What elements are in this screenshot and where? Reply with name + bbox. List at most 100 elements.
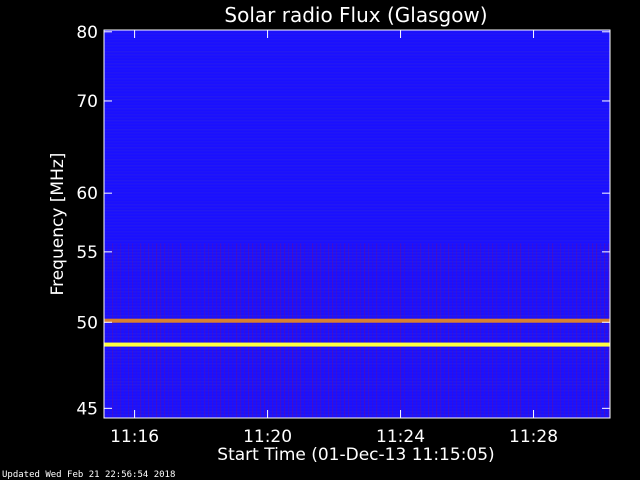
texture-column xyxy=(340,243,342,418)
texture-column xyxy=(172,243,174,418)
texture-column xyxy=(176,243,178,418)
texture-stripe xyxy=(104,177,610,179)
texture-stripe xyxy=(104,138,610,140)
texture-stripe xyxy=(104,57,610,59)
texture-column xyxy=(396,243,398,418)
texture-column xyxy=(248,243,250,418)
texture-stripe xyxy=(104,93,610,95)
texture-column xyxy=(264,243,266,418)
texture-column xyxy=(476,243,478,418)
texture-column xyxy=(504,243,506,418)
texture-column xyxy=(368,243,370,418)
texture-column xyxy=(468,243,470,418)
texture-column xyxy=(244,243,246,418)
texture-column xyxy=(144,243,146,418)
texture-stripe xyxy=(104,165,610,167)
texture-stripe xyxy=(104,168,610,170)
texture-column xyxy=(200,243,202,418)
texture-stripe xyxy=(104,171,610,173)
texture-stripe xyxy=(104,54,610,56)
texture-stripe xyxy=(104,150,610,152)
texture-column xyxy=(188,243,190,418)
texture-column xyxy=(380,243,382,418)
texture-stripe xyxy=(104,66,610,68)
texture-stripe xyxy=(104,174,610,176)
texture-stripe xyxy=(104,63,610,65)
texture-column xyxy=(344,243,346,418)
texture-column xyxy=(508,243,510,418)
texture-column xyxy=(228,243,230,418)
texture-column xyxy=(256,243,258,418)
x-tick-label: 11:24 xyxy=(376,427,425,447)
texture-column xyxy=(412,243,414,418)
y-tick-label: 55 xyxy=(76,243,98,263)
texture-column xyxy=(204,243,206,418)
texture-stripe xyxy=(104,195,610,197)
texture-stripe xyxy=(104,237,610,239)
texture-stripe xyxy=(104,114,610,116)
texture-column xyxy=(212,243,214,418)
texture-stripe xyxy=(104,153,610,155)
y-tick-label: 50 xyxy=(76,313,98,333)
texture-stripe xyxy=(104,69,610,71)
texture-stripe xyxy=(104,183,610,185)
texture-stripe xyxy=(104,240,610,242)
texture-column xyxy=(524,243,526,418)
texture-stripe xyxy=(104,45,610,47)
texture-stripe xyxy=(104,108,610,110)
texture-column xyxy=(400,243,402,418)
texture-column xyxy=(372,243,374,418)
texture-column xyxy=(568,243,570,418)
x-tick-label: 11:28 xyxy=(509,427,558,447)
texture-column xyxy=(112,243,114,418)
texture-column xyxy=(408,243,410,418)
texture-stripe xyxy=(104,87,610,89)
texture-column xyxy=(164,243,166,418)
texture-stripe xyxy=(104,192,610,194)
texture-column xyxy=(240,243,242,418)
texture-column xyxy=(588,243,590,418)
texture-stripe xyxy=(104,78,610,80)
texture-stripe xyxy=(104,144,610,146)
texture-column xyxy=(452,243,454,418)
texture-column xyxy=(552,243,554,418)
texture-column xyxy=(436,243,438,418)
texture-stripe xyxy=(104,180,610,182)
texture-column xyxy=(136,243,138,418)
x-tick-label: 11:16 xyxy=(110,427,159,447)
texture-stripe xyxy=(104,147,610,149)
texture-column xyxy=(268,243,270,418)
texture-column xyxy=(128,243,130,418)
texture-stripe xyxy=(104,207,610,209)
texture-column xyxy=(464,243,466,418)
texture-stripe xyxy=(104,111,610,113)
texture-stripe xyxy=(104,39,610,41)
texture-column xyxy=(364,243,366,418)
texture-stripe xyxy=(104,117,610,119)
texture-column xyxy=(304,243,306,418)
texture-column xyxy=(448,243,450,418)
texture-column xyxy=(572,243,574,418)
texture-column xyxy=(336,243,338,418)
texture-stripe xyxy=(104,189,610,191)
texture-stripe xyxy=(104,42,610,44)
texture-stripe xyxy=(104,126,610,128)
texture-column xyxy=(432,243,434,418)
texture-column xyxy=(300,243,302,418)
y-tick-label: 70 xyxy=(76,92,98,112)
texture-column xyxy=(484,243,486,418)
texture-stripe xyxy=(104,96,610,98)
texture-column xyxy=(600,243,602,418)
texture-column xyxy=(316,243,318,418)
texture-stripe xyxy=(104,213,610,215)
texture-column xyxy=(596,243,598,418)
texture-column xyxy=(324,243,326,418)
texture-stripe xyxy=(104,141,610,143)
texture-stripe xyxy=(104,231,610,233)
texture-stripe xyxy=(104,123,610,125)
chart-title: Solar radio Flux (Glasgow) xyxy=(224,3,487,27)
texture-stripe xyxy=(104,84,610,86)
texture-column xyxy=(532,243,534,418)
texture-stripe xyxy=(104,234,610,236)
texture-column xyxy=(332,243,334,418)
